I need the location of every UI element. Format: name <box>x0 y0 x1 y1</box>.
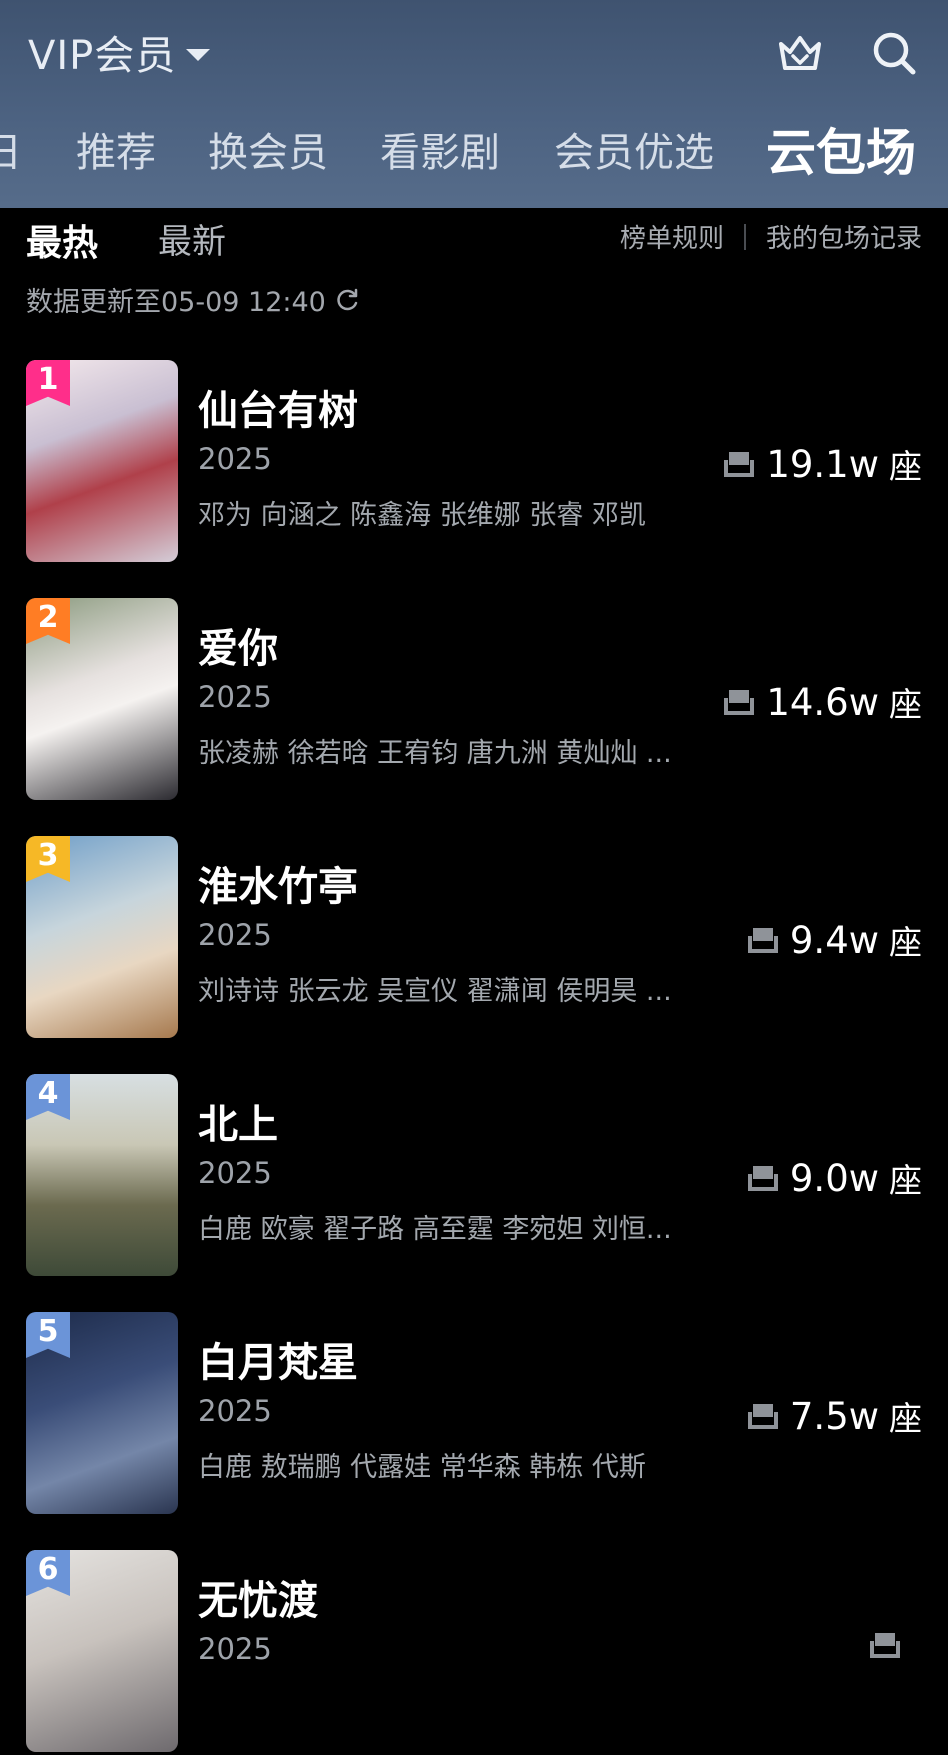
year: 2025 <box>198 1632 272 1666</box>
seat-count: 7.5w 座 <box>746 1392 922 1440</box>
sort-hot[interactable]: 最热 <box>26 214 98 266</box>
tab-cloud-screening[interactable]: 云包场 <box>766 118 916 188</box>
rank-badge: 3 <box>26 836 70 882</box>
cast-list: 邓为 向涵之 陈鑫海 张维娜 张睿 邓凯 <box>198 500 646 531</box>
ranking-rules-link[interactable]: 榜单规则 <box>620 218 724 255</box>
sort-links: 榜单规则 我的包场记录 <box>620 218 922 255</box>
rank-badge: 2 <box>26 598 70 644</box>
vip-menu-label: VIP会员 <box>28 33 177 79</box>
cast-list: 张凌赫 徐若晗 王宥钧 唐九洲 黄灿灿 ... <box>198 738 672 769</box>
cast-list: 刘诗诗 张云龙 吴宣仪 翟潇闻 侯明昊 ... <box>198 976 672 1007</box>
seat-number: 9.0w <box>789 1156 879 1200</box>
list-item[interactable]: 2 爱你 2025 张凌赫 徐若晗 王宥钧 唐九洲 黄灿灿 ... 14.6w … <box>0 598 948 803</box>
refresh-icon[interactable] <box>334 287 360 313</box>
title: 爱你 <box>198 626 278 672</box>
poster-image: 2 <box>26 598 178 800</box>
sort-new[interactable]: 最新 <box>158 214 226 263</box>
poster-image: 5 <box>26 1312 178 1514</box>
rank-badge: 4 <box>26 1074 70 1120</box>
list-item[interactable]: 5 白月梵星 2025 白鹿 敖瑞鹏 代露娃 常华森 韩栋 代斯 7.5w 座 <box>0 1312 948 1517</box>
year: 2025 <box>198 918 272 952</box>
divider <box>743 223 746 250</box>
rank-badge: 1 <box>26 360 70 406</box>
seat-unit: 座 <box>889 1161 922 1200</box>
tab-recommend[interactable]: 推荐 <box>76 118 156 188</box>
poster-image: 3 <box>26 836 178 1038</box>
year: 2025 <box>198 442 272 476</box>
seat-count: 9.0w 座 <box>746 1154 922 1202</box>
tab-bar: 日 推荐 换会员 看影剧 会员优选 云包场 <box>0 118 948 188</box>
title: 北上 <box>198 1102 278 1148</box>
tab-switch-member[interactable]: 换会员 <box>208 118 328 188</box>
seat-number: 9.4w <box>789 918 879 962</box>
seat-unit: 座 <box>889 447 922 486</box>
title: 淮水竹亭 <box>198 864 358 910</box>
seat-unit: 座 <box>889 685 922 724</box>
list-item[interactable]: 3 淮水竹亭 2025 刘诗诗 张云龙 吴宣仪 翟潇闻 侯明昊 ... 9.4w… <box>0 836 948 1041</box>
cast-list: 白鹿 敖瑞鹏 代露娃 常华森 韩栋 代斯 <box>198 1452 646 1483</box>
tab-watch-shows[interactable]: 看影剧 <box>380 118 500 188</box>
crown-icon[interactable] <box>775 28 825 78</box>
chevron-down-icon <box>186 49 211 61</box>
seat-unit: 座 <box>889 1399 922 1438</box>
title: 白月梵星 <box>198 1340 358 1386</box>
seat-icon <box>747 1166 778 1191</box>
tab-member-picks[interactable]: 会员优选 <box>554 118 714 188</box>
seat-number: 19.1w <box>766 442 879 486</box>
year: 2025 <box>198 1156 272 1190</box>
seat-count: 19.1w 座 <box>722 440 922 488</box>
top-header: VIP会员 日 推荐 换会员 看影剧 会员优选 云包场 <box>0 0 948 208</box>
poster-image: 4 <box>26 1074 178 1276</box>
seat-number: 14.6w <box>766 680 879 724</box>
tab-day[interactable]: 日 <box>0 118 22 188</box>
poster-image: 1 <box>26 360 178 562</box>
vip-menu-dropdown[interactable]: VIP会员 <box>28 26 211 79</box>
list-item[interactable]: 4 北上 2025 白鹿 欧豪 翟子路 高至霆 李宛妲 刘恒... 9.0w 座 <box>0 1074 948 1279</box>
year: 2025 <box>198 1394 272 1428</box>
seat-number: 7.5w <box>789 1394 879 1438</box>
poster-image: 6 <box>26 1550 178 1752</box>
title: 无忧渡 <box>198 1578 318 1624</box>
seat-count <box>868 1630 922 1660</box>
list-item[interactable]: 6 无忧渡 2025 <box>0 1550 948 1755</box>
search-icon[interactable] <box>869 28 919 78</box>
seat-count: 9.4w 座 <box>746 916 922 964</box>
seat-count: 14.6w 座 <box>722 678 922 726</box>
seat-icon <box>870 1633 900 1658</box>
cast-list: 白鹿 欧豪 翟子路 高至霆 李宛妲 刘恒... <box>198 1214 672 1245</box>
update-time-text: 数据更新至05-09 12:40 <box>26 287 326 318</box>
seat-icon <box>724 452 755 477</box>
update-status: 数据更新至05-09 12:40 <box>26 280 360 319</box>
rank-badge: 5 <box>26 1312 70 1358</box>
seat-icon <box>747 928 778 953</box>
seat-icon <box>724 690 755 715</box>
year: 2025 <box>198 680 272 714</box>
list-item[interactable]: 1 仙台有树 2025 邓为 向涵之 陈鑫海 张维娜 张睿 邓凯 19.1w 座 <box>0 360 948 565</box>
sort-bar: 最热 最新 榜单规则 我的包场记录 <box>0 210 948 266</box>
rank-badge: 6 <box>26 1550 70 1596</box>
title: 仙台有树 <box>198 388 358 434</box>
seat-icon <box>747 1404 778 1429</box>
seat-unit: 座 <box>889 923 922 962</box>
my-screening-records-link[interactable]: 我的包场记录 <box>766 218 922 255</box>
